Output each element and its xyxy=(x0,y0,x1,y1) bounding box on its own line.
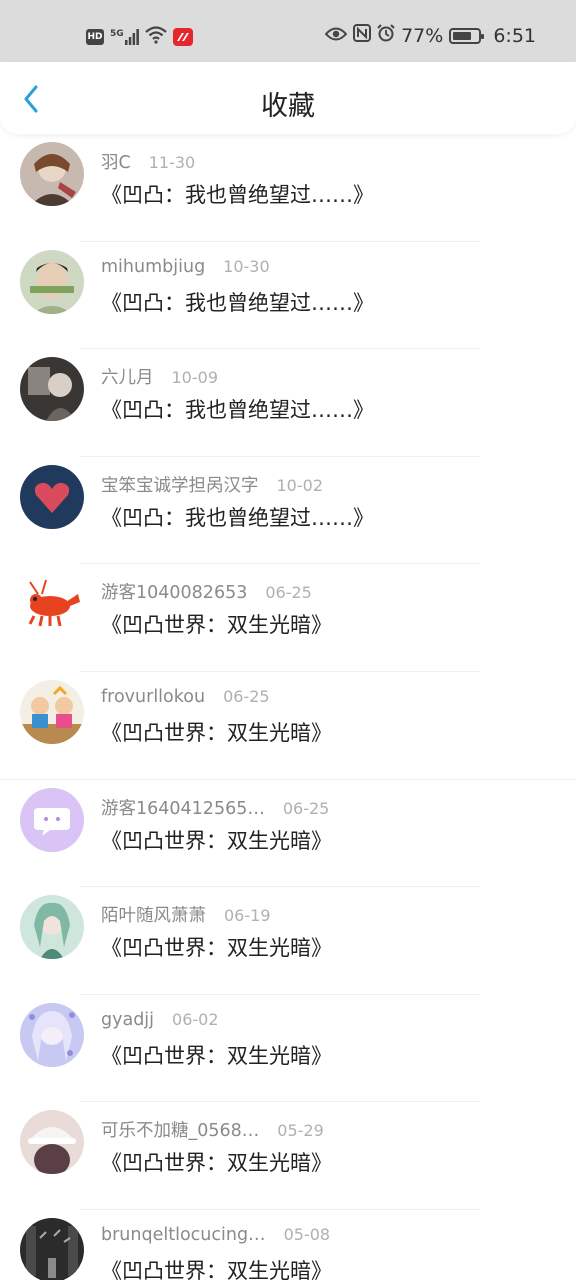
list-item[interactable]: 羽C 11-30 《凹凸：我也曾绝望过……》 xyxy=(0,134,576,242)
item-meta: 陌叶随风萧萧 06-19 xyxy=(101,902,271,927)
username[interactable]: 宝笨宝诚学担呙汉字 xyxy=(101,472,259,497)
clock: 6:51 xyxy=(493,24,536,47)
status-bar: HD 5G 77% 6:51 xyxy=(0,0,576,62)
username[interactable]: mihumbjiug xyxy=(101,257,205,277)
avatar[interactable] xyxy=(20,1217,84,1280)
list-item[interactable]: 宝笨宝诚学担呙汉字 10-02 《凹凸：我也曾绝望过……》 xyxy=(0,457,576,565)
avatar[interactable] xyxy=(20,787,84,852)
work-title[interactable]: 《凹凸世界：双生光暗》 xyxy=(101,825,332,855)
avatar[interactable] xyxy=(20,895,84,960)
battery-level xyxy=(453,31,472,40)
work-title[interactable]: 《凹凸世界：双生光暗》 xyxy=(101,1040,332,1070)
date: 06-25 xyxy=(223,686,270,706)
avatar[interactable] xyxy=(20,572,84,637)
page-title: 收藏 xyxy=(261,91,315,122)
avatar[interactable] xyxy=(20,1110,84,1175)
wifi-icon xyxy=(144,26,167,48)
avatar[interactable] xyxy=(20,1002,84,1067)
date: 06-19 xyxy=(224,906,271,926)
signal-icon: 5G xyxy=(110,29,139,45)
work-title[interactable]: 《凹凸：我也曾绝望过……》 xyxy=(101,502,374,532)
username[interactable]: 羽C xyxy=(101,149,131,174)
work-title[interactable]: 《凹凸：我也曾绝望过……》 xyxy=(101,179,374,209)
list-item[interactable]: 陌叶随风萧萧 06-19 《凹凸世界：双生光暗》 xyxy=(0,887,576,995)
date: 06-25 xyxy=(282,798,330,818)
list-item[interactable]: 六儿月 10-09 《凹凸：我也曾绝望过……》 xyxy=(0,349,576,457)
item-meta: 宝笨宝诚学担呙汉字 10-02 xyxy=(101,472,323,497)
item-meta: frovurllokou 06-25 xyxy=(101,687,270,707)
alarm-icon xyxy=(377,24,395,47)
item-meta: mihumbjiug 10-30 xyxy=(101,257,270,277)
app-notification-icon xyxy=(172,28,193,46)
date: 10-09 xyxy=(171,368,219,388)
work-title[interactable]: 《凹凸世界：双生光暗》 xyxy=(101,609,332,639)
hd-icon: HD xyxy=(86,29,104,45)
date: 05-08 xyxy=(283,1224,331,1244)
eye-icon xyxy=(324,25,348,47)
favorites-list: 羽C 11-30 《凹凸：我也曾绝望过……》 mihumbjiug 10-30 … xyxy=(0,134,576,1280)
list-item[interactable]: mihumbjiug 10-30 《凹凸：我也曾绝望过……》 xyxy=(0,242,576,350)
username[interactable]: frovurllokou xyxy=(101,687,205,707)
username[interactable]: gyadjj xyxy=(101,1010,154,1030)
username[interactable]: 可乐不加糖_0568… xyxy=(101,1117,259,1142)
list-item[interactable]: gyadjj 06-02 《凹凸世界：双生光暗》 xyxy=(0,995,576,1103)
item-meta: 游客1640412565… 06-25 xyxy=(101,795,329,820)
network-label: 5G xyxy=(110,29,124,39)
work-title[interactable]: 《凹凸：我也曾绝望过……》 xyxy=(101,394,374,424)
work-title[interactable]: 《凹凸世界：双生光暗》 xyxy=(101,717,332,747)
username[interactable]: 六儿月 xyxy=(101,364,154,389)
date: 11-30 xyxy=(148,153,196,172)
work-title[interactable]: 《凹凸世界：双生光暗》 xyxy=(101,1147,332,1177)
date: 10-02 xyxy=(276,475,324,495)
list-item[interactable]: brunqeltlocucing… 05-08 《凹凸世界：双生光暗》 xyxy=(0,1210,576,1280)
list-item[interactable]: frovurllokou 06-25 《凹凸世界：双生光暗》 xyxy=(0,672,576,780)
list-item[interactable]: 可乐不加糖_0568… 05-29 《凹凸世界：双生光暗》 xyxy=(0,1102,576,1210)
work-title[interactable]: 《凹凸世界：双生光暗》 xyxy=(101,932,332,962)
avatar[interactable] xyxy=(20,464,84,529)
list-item[interactable]: 游客1040082653 06-25 《凹凸世界：双生光暗》 xyxy=(0,564,576,672)
item-meta: 可乐不加糖_0568… 05-29 xyxy=(101,1117,324,1142)
item-meta: gyadjj 06-02 xyxy=(101,1010,219,1030)
username[interactable]: 游客1640412565… xyxy=(101,795,265,820)
work-title[interactable]: 《凹凸世界：双生光暗》 xyxy=(101,1255,332,1280)
avatar[interactable] xyxy=(20,679,84,744)
battery-icon xyxy=(449,27,485,44)
work-title[interactable]: 《凹凸：我也曾绝望过……》 xyxy=(101,287,374,317)
date: 06-02 xyxy=(172,1009,219,1029)
avatar[interactable] xyxy=(20,249,84,314)
item-meta: 游客1040082653 06-25 xyxy=(101,579,312,604)
header: 收藏 xyxy=(0,62,576,134)
avatar[interactable] xyxy=(20,142,84,206)
date: 10-30 xyxy=(223,256,270,276)
username[interactable]: brunqeltlocucing… xyxy=(101,1225,266,1245)
item-meta: brunqeltlocucing… 05-08 xyxy=(101,1225,330,1245)
list-item[interactable]: 游客1640412565… 06-25 《凹凸世界：双生光暗》 xyxy=(0,780,576,888)
item-meta: 六儿月 10-09 xyxy=(101,364,218,389)
nfc-icon xyxy=(353,24,372,47)
item-meta: 羽C 11-30 xyxy=(101,149,195,174)
date: 06-25 xyxy=(265,583,312,603)
date: 05-29 xyxy=(277,1121,324,1141)
battery-percent: 77% xyxy=(401,24,444,47)
username[interactable]: 游客1040082653 xyxy=(101,579,247,604)
avatar[interactable] xyxy=(20,357,84,422)
status-right: 77% 6:51 xyxy=(324,24,536,47)
username[interactable]: 陌叶随风萧萧 xyxy=(101,902,206,927)
status-left: HD 5G xyxy=(86,26,193,48)
